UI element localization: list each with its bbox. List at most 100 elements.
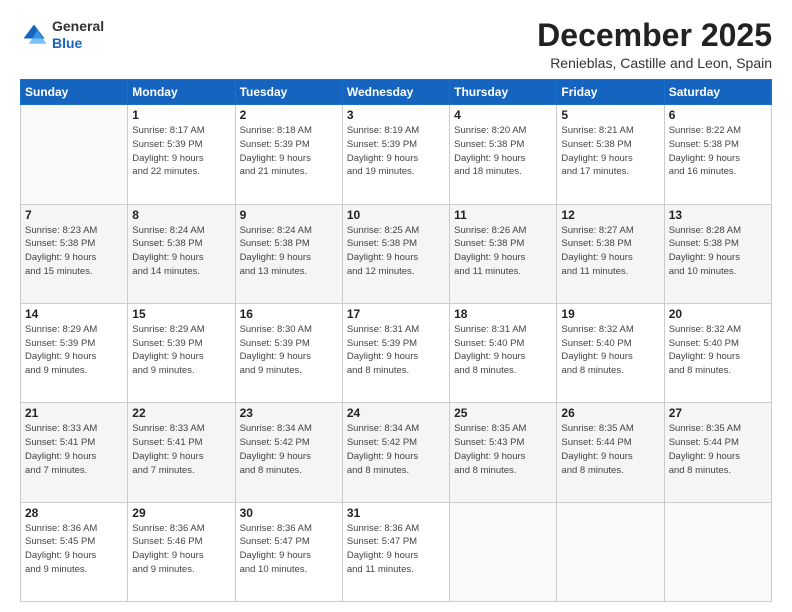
day-number: 26 — [561, 406, 659, 420]
day-info: Sunrise: 8:31 AM Sunset: 5:39 PM Dayligh… — [347, 323, 445, 378]
day-info: Sunrise: 8:18 AM Sunset: 5:39 PM Dayligh… — [240, 124, 338, 179]
calendar-cell: 15 Sunrise: 8:29 AM Sunset: 5:39 PM Dayli… — [128, 303, 235, 402]
month-title: December 2025 — [537, 18, 772, 53]
day-info: Sunrise: 8:19 AM Sunset: 5:39 PM Dayligh… — [347, 124, 445, 179]
day-info: Sunrise: 8:32 AM Sunset: 5:40 PM Dayligh… — [669, 323, 767, 378]
logo: General Blue — [20, 18, 104, 52]
logo-text: General Blue — [52, 18, 104, 52]
calendar-cell: 1 Sunrise: 8:17 AM Sunset: 5:39 PM Daylig… — [128, 105, 235, 204]
day-number: 4 — [454, 108, 552, 122]
calendar-cell: 11Sunrise: 8:26 AM Sunset: 5:38 PM Dayli… — [450, 204, 557, 303]
day-number: 15 — [132, 307, 230, 321]
day-number: 22 — [132, 406, 230, 420]
calendar-cell: 20 Sunrise: 8:32 AM Sunset: 5:40 PM Dayli… — [664, 303, 771, 402]
calendar-cell: 18Sunrise: 8:31 AM Sunset: 5:40 PM Dayli… — [450, 303, 557, 402]
logo-icon — [20, 21, 48, 49]
day-info: Sunrise: 8:28 AM Sunset: 5:38 PM Dayligh… — [669, 224, 767, 279]
calendar-cell: 24Sunrise: 8:34 AM Sunset: 5:42 PM Dayli… — [342, 403, 449, 502]
day-info: Sunrise: 8:29 AM Sunset: 5:39 PM Dayligh… — [132, 323, 230, 378]
day-number: 27 — [669, 406, 767, 420]
calendar-cell: 16 Sunrise: 8:30 AM Sunset: 5:39 PM Dayli… — [235, 303, 342, 402]
calendar-week-row: 14Sunrise: 8:29 AM Sunset: 5:39 PM Dayli… — [21, 303, 772, 402]
day-info: Sunrise: 8:23 AM Sunset: 5:38 PM Dayligh… — [25, 224, 123, 279]
calendar-cell: 30Sunrise: 8:36 AM Sunset: 5:47 PM Dayli… — [235, 502, 342, 601]
day-info: Sunrise: 8:27 AM Sunset: 5:38 PM Dayligh… — [561, 224, 659, 279]
calendar-week-row: 21 Sunrise: 8:33 AM Sunset: 5:41 PM Dayli… — [21, 403, 772, 502]
day-number: 2 — [240, 108, 338, 122]
day-number: 11 — [454, 208, 552, 222]
calendar-cell: 9 Sunrise: 8:24 AM Sunset: 5:38 PM Daylig… — [235, 204, 342, 303]
day-number: 20 — [669, 307, 767, 321]
day-number: 16 — [240, 307, 338, 321]
calendar-cell — [664, 502, 771, 601]
day-info: Sunrise: 8:36 AM Sunset: 5:45 PM Dayligh… — [25, 522, 123, 577]
day-info: Sunrise: 8:35 AM Sunset: 5:44 PM Dayligh… — [561, 422, 659, 477]
day-number: 9 — [240, 208, 338, 222]
day-number: 25 — [454, 406, 552, 420]
calendar-cell: 3 Sunrise: 8:19 AM Sunset: 5:39 PM Daylig… — [342, 105, 449, 204]
calendar-cell: 23 Sunrise: 8:34 AM Sunset: 5:42 PM Dayli… — [235, 403, 342, 502]
calendar-cell: 27 Sunrise: 8:35 AM Sunset: 5:44 PM Dayli… — [664, 403, 771, 502]
calendar-cell — [21, 105, 128, 204]
day-number: 28 — [25, 506, 123, 520]
calendar-week-row: 1 Sunrise: 8:17 AM Sunset: 5:39 PM Daylig… — [21, 105, 772, 204]
calendar-cell: 25Sunrise: 8:35 AM Sunset: 5:43 PM Dayli… — [450, 403, 557, 502]
day-info: Sunrise: 8:35 AM Sunset: 5:44 PM Dayligh… — [669, 422, 767, 477]
weekday-header-wednesday: Wednesday — [342, 80, 449, 105]
calendar-cell: 19 Sunrise: 8:32 AM Sunset: 5:40 PM Dayli… — [557, 303, 664, 402]
location: Renieblas, Castille and Leon, Spain — [537, 55, 772, 71]
day-info: Sunrise: 8:17 AM Sunset: 5:39 PM Dayligh… — [132, 124, 230, 179]
day-info: Sunrise: 8:33 AM Sunset: 5:41 PM Dayligh… — [132, 422, 230, 477]
title-block: December 2025 Renieblas, Castille and Le… — [537, 18, 772, 71]
calendar-cell: 12Sunrise: 8:27 AM Sunset: 5:38 PM Dayli… — [557, 204, 664, 303]
calendar-cell — [450, 502, 557, 601]
day-info: Sunrise: 8:34 AM Sunset: 5:42 PM Dayligh… — [240, 422, 338, 477]
day-info: Sunrise: 8:36 AM Sunset: 5:46 PM Dayligh… — [132, 522, 230, 577]
calendar-week-row: 7 Sunrise: 8:23 AM Sunset: 5:38 PM Daylig… — [21, 204, 772, 303]
day-info: Sunrise: 8:24 AM Sunset: 5:38 PM Dayligh… — [132, 224, 230, 279]
day-info: Sunrise: 8:24 AM Sunset: 5:38 PM Dayligh… — [240, 224, 338, 279]
calendar-cell — [557, 502, 664, 601]
day-number: 5 — [561, 108, 659, 122]
day-number: 17 — [347, 307, 445, 321]
day-number: 8 — [132, 208, 230, 222]
calendar-cell: 10 Sunrise: 8:25 AM Sunset: 5:38 PM Dayli… — [342, 204, 449, 303]
day-number: 30 — [240, 506, 338, 520]
header: General Blue December 2025 Renieblas, Ca… — [20, 18, 772, 71]
weekday-header-sunday: Sunday — [21, 80, 128, 105]
day-info: Sunrise: 8:32 AM Sunset: 5:40 PM Dayligh… — [561, 323, 659, 378]
weekday-header-monday: Monday — [128, 80, 235, 105]
weekday-header-tuesday: Tuesday — [235, 80, 342, 105]
weekday-header-saturday: Saturday — [664, 80, 771, 105]
day-number: 13 — [669, 208, 767, 222]
day-number: 31 — [347, 506, 445, 520]
day-number: 7 — [25, 208, 123, 222]
calendar-week-row: 28 Sunrise: 8:36 AM Sunset: 5:45 PM Dayli… — [21, 502, 772, 601]
day-info: Sunrise: 8:30 AM Sunset: 5:39 PM Dayligh… — [240, 323, 338, 378]
calendar-cell: 8 Sunrise: 8:24 AM Sunset: 5:38 PM Daylig… — [128, 204, 235, 303]
calendar-cell: 17 Sunrise: 8:31 AM Sunset: 5:39 PM Dayli… — [342, 303, 449, 402]
day-info: Sunrise: 8:25 AM Sunset: 5:38 PM Dayligh… — [347, 224, 445, 279]
page: General Blue December 2025 Renieblas, Ca… — [0, 0, 792, 612]
day-number: 19 — [561, 307, 659, 321]
day-number: 3 — [347, 108, 445, 122]
calendar-cell: 4Sunrise: 8:20 AM Sunset: 5:38 PM Daylig… — [450, 105, 557, 204]
calendar-cell: 5Sunrise: 8:21 AM Sunset: 5:38 PM Daylig… — [557, 105, 664, 204]
day-number: 24 — [347, 406, 445, 420]
day-number: 23 — [240, 406, 338, 420]
calendar-cell: 26 Sunrise: 8:35 AM Sunset: 5:44 PM Dayli… — [557, 403, 664, 502]
day-number: 21 — [25, 406, 123, 420]
calendar-table: SundayMondayTuesdayWednesdayThursdayFrid… — [20, 79, 772, 602]
day-number: 29 — [132, 506, 230, 520]
weekday-header-row: SundayMondayTuesdayWednesdayThursdayFrid… — [21, 80, 772, 105]
day-info: Sunrise: 8:33 AM Sunset: 5:41 PM Dayligh… — [25, 422, 123, 477]
day-number: 10 — [347, 208, 445, 222]
calendar-cell: 29 Sunrise: 8:36 AM Sunset: 5:46 PM Dayli… — [128, 502, 235, 601]
day-info: Sunrise: 8:22 AM Sunset: 5:38 PM Dayligh… — [669, 124, 767, 179]
day-number: 18 — [454, 307, 552, 321]
calendar-cell: 14Sunrise: 8:29 AM Sunset: 5:39 PM Dayli… — [21, 303, 128, 402]
calendar-cell: 31Sunrise: 8:36 AM Sunset: 5:47 PM Dayli… — [342, 502, 449, 601]
calendar-cell: 28 Sunrise: 8:36 AM Sunset: 5:45 PM Dayli… — [21, 502, 128, 601]
calendar-cell: 2 Sunrise: 8:18 AM Sunset: 5:39 PM Daylig… — [235, 105, 342, 204]
day-number: 1 — [132, 108, 230, 122]
